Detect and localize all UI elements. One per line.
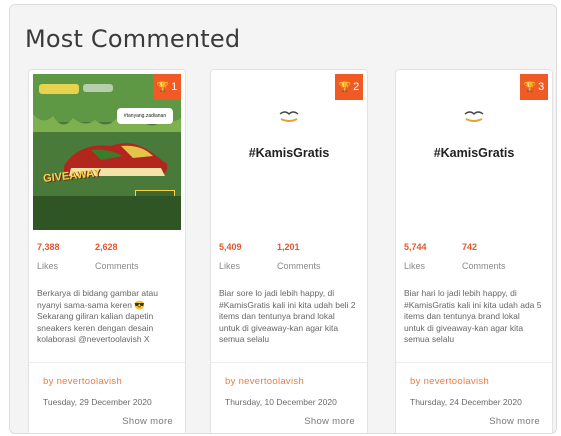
card-divider — [211, 362, 367, 363]
post-description: Biar hari lo jadi lebih happy, di #Kamis… — [404, 288, 542, 344]
post-date: Thursday, 10 December 2020 — [225, 397, 337, 407]
comments-count: 2,628 — [95, 242, 118, 252]
rank-badge-3: 🏆 3 — [520, 74, 548, 100]
post-image-2[interactable]: #KamisGratis 🏆 2 — [215, 74, 363, 230]
comments-count: 742 — [462, 242, 478, 252]
comments-label: Comments — [95, 261, 139, 271]
kamis-gratis-headline: #KamisGratis — [433, 146, 515, 160]
post-stats: 7,388 Likes 2,628 Comments — [37, 242, 177, 276]
post-stats: 5,409 Likes 1,201 Comments — [219, 242, 359, 276]
most-commented-panel: Most Commented #tanyang.zadianan GIVEAWA… — [9, 4, 557, 434]
post-description: Berkarya di bidang gambar atau nyanyi sa… — [37, 288, 158, 344]
show-more-link[interactable]: Show more — [304, 416, 355, 427]
post-description: Biar sore lo jadi lebih happy, di #Kamis… — [219, 288, 356, 344]
section-title: Most Commented — [25, 25, 241, 53]
likes-count: 5,409 — [219, 242, 242, 252]
author-link[interactable]: by nevertoolavish — [43, 376, 122, 387]
speech-bubble: #tanyang.zadianan — [117, 108, 173, 124]
post-card-1[interactable]: #tanyang.zadianan GIVEAWAY 🏆 1 7,388 Lik… — [28, 69, 186, 433]
comments-label: Comments — [462, 261, 506, 271]
show-more-link[interactable]: Show more — [489, 416, 540, 427]
brand-logo-icon — [464, 111, 484, 122]
show-more-link[interactable]: Show more — [122, 416, 173, 427]
author-link[interactable]: by nevertoolavish — [410, 376, 489, 387]
post-date: Tuesday, 29 December 2020 — [43, 397, 152, 407]
giveaway-label: GIVEAWAY — [42, 167, 102, 185]
post-image-1[interactable]: #tanyang.zadianan GIVEAWAY 🏆 1 — [33, 74, 181, 230]
likes-label: Likes — [219, 261, 241, 271]
trophy-icon: 🏆 — [156, 81, 170, 93]
post-card-3[interactable]: #KamisGratis 🏆 3 5,744 Likes 742 Comment… — [395, 69, 553, 433]
post-image-3[interactable]: #KamisGratis 🏆 3 — [400, 74, 548, 230]
card-divider — [396, 362, 552, 363]
post-stats: 5,744 Likes 742 Comments — [404, 242, 544, 276]
likes-label: Likes — [404, 261, 426, 271]
likes-label: Likes — [37, 261, 59, 271]
likes-count: 7,388 — [37, 242, 60, 252]
comments-label: Comments — [277, 261, 321, 271]
likes-count: 5,744 — [404, 242, 427, 252]
comments-count: 1,201 — [277, 242, 300, 252]
kamis-gratis-headline: #KamisGratis — [248, 146, 330, 160]
trophy-icon: 🏆 — [338, 81, 352, 93]
card-divider — [29, 362, 185, 363]
post-card-2[interactable]: #KamisGratis 🏆 2 5,409 Likes 1,201 Comme… — [210, 69, 368, 433]
trophy-icon: 🏆 — [523, 81, 537, 93]
post-date: Thursday, 24 December 2020 — [410, 397, 522, 407]
author-link[interactable]: by nevertoolavish — [225, 376, 304, 387]
rank-badge-2: 🏆 2 — [335, 74, 363, 100]
rank-badge-1: 🏆 1 — [153, 74, 181, 100]
brand-logo-icon — [279, 111, 299, 122]
